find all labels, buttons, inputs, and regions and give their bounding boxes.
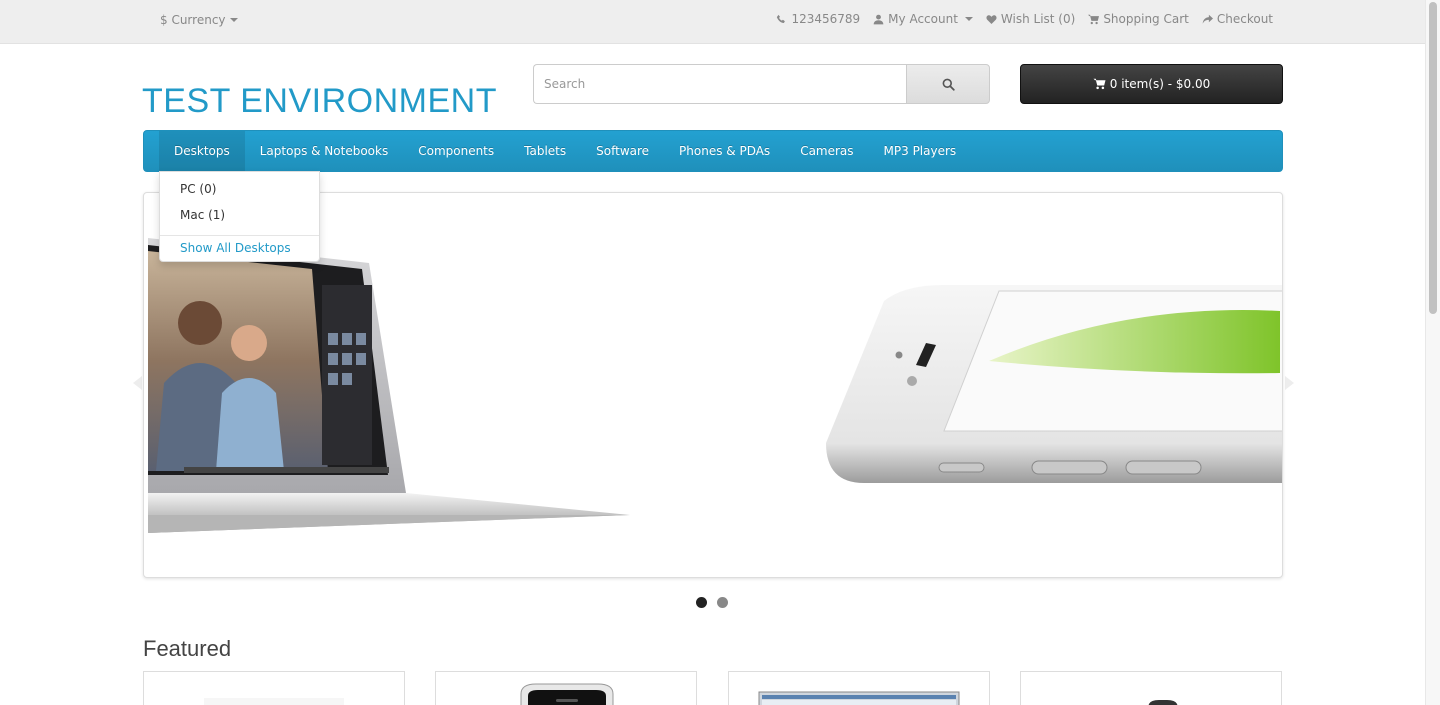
dropdown-item-mac[interactable]: Mac (1): [180, 208, 225, 222]
product-image: [1148, 700, 1178, 705]
caret-down-icon: [964, 17, 973, 21]
heart-icon: [986, 14, 997, 24]
product-image: [204, 698, 344, 705]
featured-heading: Featured: [143, 636, 232, 661]
shopping-cart-label: Shopping Cart: [1103, 12, 1189, 26]
menu-item-desktops[interactable]: Desktops: [159, 131, 245, 171]
main-menu: Desktops Laptops & Notebooks Components …: [143, 130, 1283, 172]
product-card[interactable]: [435, 671, 697, 705]
product-card[interactable]: [728, 671, 990, 705]
slideshow-next-icon[interactable]: [1285, 376, 1294, 390]
search-bar: [533, 64, 990, 104]
top-links: 123456789 My Account Wish List (0) Shopp…: [776, 12, 1273, 26]
menu-item-laptops[interactable]: Laptops & Notebooks: [245, 131, 403, 171]
top-bar: $ Currency 123456789 My Account Wish Lis…: [0, 0, 1425, 44]
phone-link[interactable]: 123456789: [776, 12, 860, 26]
wishlist-label: Wish List (0): [1000, 12, 1076, 26]
menu-item-cameras[interactable]: Cameras: [785, 131, 868, 171]
caret-down-icon: [229, 18, 238, 22]
phone-icon: [777, 14, 786, 23]
desktops-dropdown: PC (0) Mac (1) Show All Desktops: [159, 171, 320, 262]
scrollbar-thumb[interactable]: [1429, 2, 1437, 314]
cart-icon: [1093, 78, 1106, 90]
user-icon: [873, 14, 884, 24]
currency-dropdown[interactable]: $ Currency: [160, 13, 238, 27]
product-card[interactable]: [1020, 671, 1282, 705]
my-account-dropdown[interactable]: My Account: [873, 12, 973, 26]
dropdown-item-pc[interactable]: PC (0): [180, 182, 216, 196]
shopping-cart-link[interactable]: Shopping Cart: [1088, 12, 1189, 26]
page-scrollbar[interactable]: [1425, 0, 1440, 705]
checkout-link[interactable]: Checkout: [1202, 12, 1273, 26]
slide-dot-1[interactable]: [696, 597, 707, 608]
search-input[interactable]: [533, 64, 906, 104]
menu-item-phones[interactable]: Phones & PDAs: [664, 131, 785, 171]
slide-dot-2[interactable]: [717, 597, 728, 608]
product-image: [758, 691, 960, 705]
search-icon: [942, 78, 955, 91]
wishlist-link[interactable]: Wish List (0): [986, 12, 1075, 26]
product-image: [520, 683, 614, 705]
site-logo[interactable]: TEST ENVIRONMENT: [142, 82, 497, 121]
cart-button[interactable]: 0 item(s) - $0.00: [1020, 64, 1283, 104]
phone-number: 123456789: [791, 12, 861, 26]
search-button[interactable]: [906, 64, 990, 104]
menu-item-tablets[interactable]: Tablets: [509, 131, 581, 171]
slideshow-pagination: [696, 597, 728, 608]
cart-icon: [1088, 14, 1100, 24]
menu-item-mp3-players[interactable]: MP3 Players: [869, 131, 972, 171]
share-icon: [1202, 14, 1213, 24]
checkout-label: Checkout: [1216, 12, 1273, 26]
slideshow-prev-icon[interactable]: [133, 376, 142, 390]
product-card[interactable]: [143, 671, 405, 705]
cart-total: 0 item(s) - $0.00: [1109, 77, 1211, 91]
menu-item-software[interactable]: Software: [581, 131, 664, 171]
show-all-desktops-link[interactable]: Show All Desktops: [180, 241, 291, 255]
currency-label: $ Currency: [160, 13, 226, 27]
my-account-label: My Account: [888, 12, 958, 26]
menu-item-components[interactable]: Components: [403, 131, 509, 171]
dropdown-divider: [160, 235, 319, 236]
